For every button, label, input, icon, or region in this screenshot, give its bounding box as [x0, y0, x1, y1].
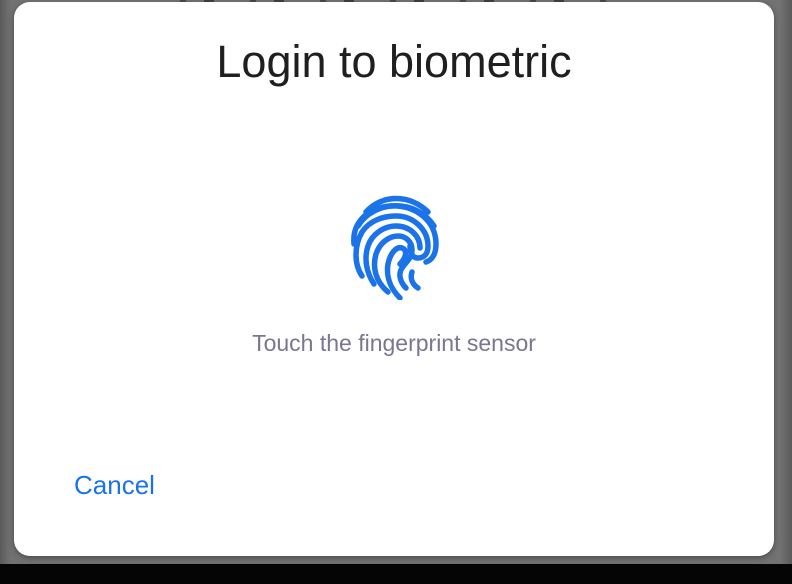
dialog-subtitle: Touch the fingerprint sensor	[252, 330, 536, 356]
navigation-bar-area	[0, 564, 792, 584]
dialog-title: Login to biometric	[216, 36, 572, 87]
cancel-button[interactable]: Cancel	[74, 468, 155, 502]
fingerprint-icon	[344, 188, 444, 300]
biometric-dialog: Login to biometric Touch the fingerprint…	[14, 2, 774, 556]
